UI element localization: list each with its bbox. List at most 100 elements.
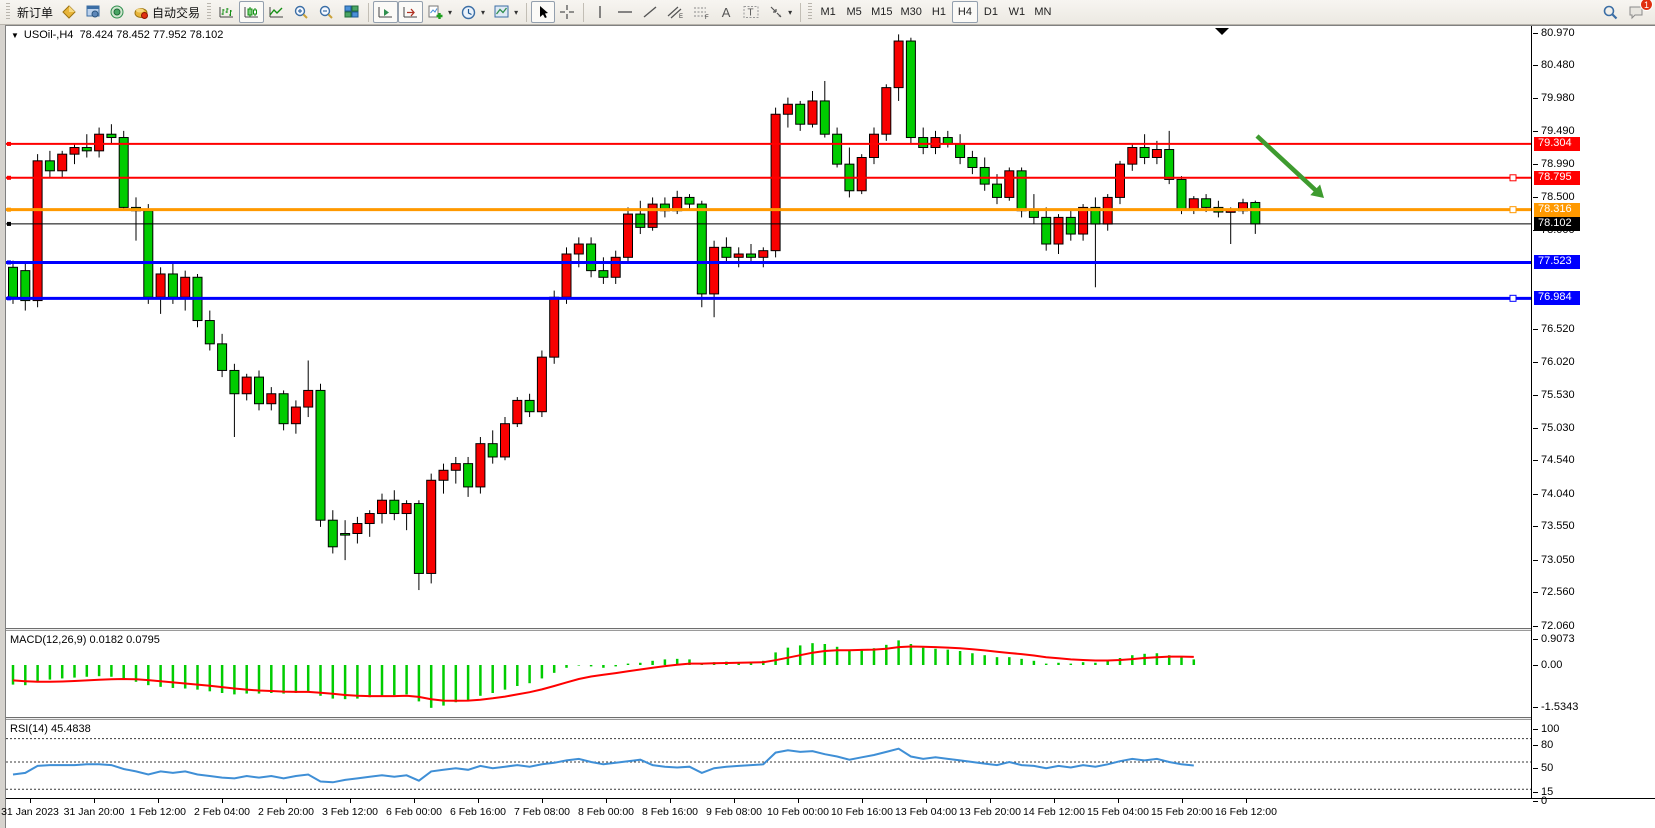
candle-body [1140,148,1149,158]
toolbar-grip[interactable] [207,3,211,21]
pane-splitter[interactable] [6,717,1655,720]
candle-body [993,184,1002,197]
toolbar-grip[interactable] [808,3,812,21]
cursor-icon [536,4,551,20]
price-level-label: 78.795 [1534,171,1580,185]
time-axis[interactable]: 31 Jan 202331 Jan 20:001 Feb 12:002 Feb … [6,798,1655,828]
candle-body [267,394,276,404]
candle-body [1177,179,1186,209]
new-order-button[interactable]: 新订单 [13,1,57,23]
candle-body [771,114,780,250]
periods-button[interactable]: ▾ [456,1,489,23]
zoom-in-button[interactable] [289,1,314,23]
horizontal-line-icon [616,4,634,20]
time-axis-tick [158,799,159,803]
autotrading-button[interactable]: 自动交易 [129,1,204,23]
chart-ohlc-values: 78.424 78.452 77.952 78.102 [80,29,224,41]
indicators-button[interactable]: ▾ [423,1,456,23]
timeframe-h1-button[interactable]: H1 [926,1,952,23]
indicators-dropdown-caret: ▾ [448,8,452,17]
chart-shift-button[interactable] [398,1,423,23]
macd-label: MACD(12,26,9) 0.0182 0.0795 [10,634,160,646]
equidistant-channel-tool-button[interactable]: E [662,1,688,23]
chart-title-row: ▼USOil-,H4 78.424 78.452 77.952 78.102 [11,29,223,41]
macd-pane[interactable]: MACD(12,26,9) 0.0182 0.0795 [6,631,1531,717]
timeframe-m30-button[interactable]: M30 [897,1,926,23]
candle-body [513,400,522,423]
auto-scroll-button[interactable] [373,1,398,23]
price-axis-tick: 78.990 [1541,158,1575,170]
candle-body [402,504,411,514]
price-axis-tick: 75.530 [1541,389,1575,401]
candle-body [427,480,436,573]
market-watch-button[interactable] [57,1,81,23]
time-axis-label: 2 Feb 20:00 [258,806,314,818]
trendline-tool-button[interactable] [638,1,662,23]
time-axis-tick [1054,799,1055,803]
candle-body [980,167,989,184]
navigator-button[interactable] [105,1,129,23]
chart-shift-icon [402,4,419,20]
time-axis-label: 2 Feb 04:00 [194,806,250,818]
vertical-line-tool-button[interactable] [588,1,612,23]
time-axis-tick [670,799,671,803]
candle-body [808,101,817,124]
rsi-axis-tick: 100 [1541,723,1559,735]
timeframe-m15-button[interactable]: M15 [867,1,896,23]
timeframe-mn-button[interactable]: MN [1030,1,1056,23]
zoom-out-button[interactable] [314,1,339,23]
rsi-pane[interactable]: RSI(14) 45.4838 [6,720,1531,798]
crosshair-tool-button[interactable] [555,1,579,23]
text-label-tool-button[interactable]: T [738,1,764,23]
candlestick-chart-type-button[interactable] [239,1,264,23]
pane-splitter[interactable] [6,628,1655,631]
candle-body [796,104,805,124]
text-label-icon: T [742,4,760,20]
price-axis-tick: 73.550 [1541,520,1575,532]
bar-chart-type-button[interactable] [214,1,239,23]
candle-body [537,357,546,412]
templates-button[interactable]: ▾ [489,1,522,23]
cursor-tool-button[interactable] [531,1,555,23]
price-level-label: 78.102 [1534,217,1580,231]
tile-windows-button[interactable] [339,1,364,23]
timeframe-w1-button[interactable]: W1 [1004,1,1030,23]
time-axis-tick [414,799,415,803]
chart-collapse-icon[interactable]: ▼ [11,31,19,40]
time-axis-label: 3 Feb 12:00 [322,806,378,818]
search-button[interactable] [1598,1,1623,23]
time-axis-label: 14 Feb 12:00 [1023,806,1085,818]
notifications-button[interactable]: 1 [1623,1,1649,23]
price-chart-pane[interactable] [6,26,1531,628]
chart-window[interactable]: ▼USOil-,H4 78.424 78.452 77.952 78.102 M… [5,25,1655,828]
timeframe-m1-button[interactable]: M1 [815,1,841,23]
price-axis-tick: 72.060 [1541,620,1575,632]
tile-windows-icon [343,4,360,20]
candle-body [820,101,829,134]
candle-body [353,524,362,534]
timeframe-m5-button[interactable]: M5 [841,1,867,23]
fibonacci-tool-button[interactable]: F [688,1,714,23]
candle-body [119,138,128,208]
timeframe-h4-button[interactable]: H4 [952,1,978,23]
bar-chart-type-icon [218,4,235,20]
candle-body [1128,148,1137,165]
text-tool-button[interactable]: A [714,1,738,23]
candle-body [279,394,288,424]
arrows-tool-button[interactable]: ▾ [764,1,796,23]
trading-app: 新订单 自动交易 [0,0,1655,828]
price-axis[interactable]: 80.97080.48079.98079.49078.99078.50078.0… [1531,26,1655,798]
toolbar-grip[interactable] [6,3,10,21]
time-axis-label: 8 Feb 00:00 [578,806,634,818]
candle-body [464,464,473,487]
timeframe-d1-button[interactable]: D1 [978,1,1004,23]
line-chart-type-button[interactable] [264,1,289,23]
horizontal-line-tool-button[interactable] [612,1,638,23]
candle-body [316,390,325,520]
data-window-button[interactable] [81,1,105,23]
candle-body [451,464,460,471]
templates-icon [493,4,510,20]
candle-body [759,251,768,258]
candle-body [476,444,485,487]
candle-body [734,254,743,257]
